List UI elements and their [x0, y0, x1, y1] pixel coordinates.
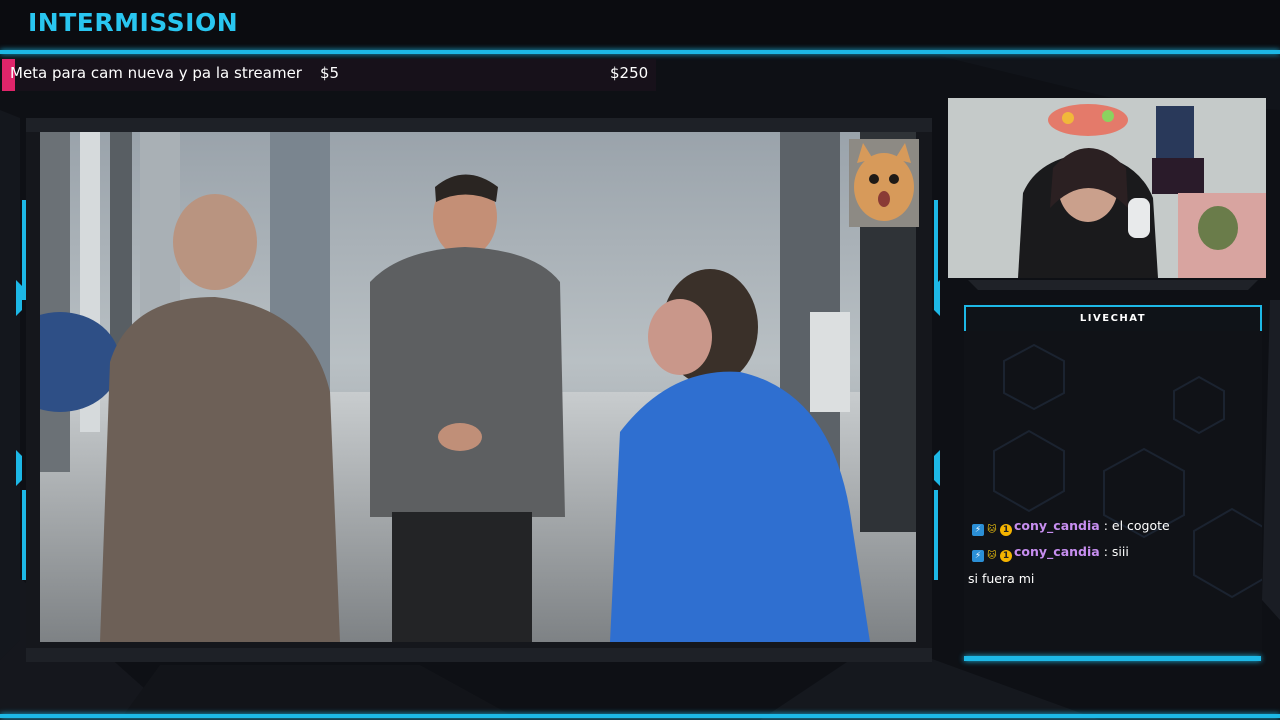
sub-badge-icon[interactable]: 1	[1000, 524, 1012, 536]
footer-divider	[0, 714, 1280, 718]
stream-video	[40, 132, 916, 642]
chat-separator: :	[1099, 544, 1112, 559]
cat-badge-icon[interactable]: 🐱	[986, 550, 998, 562]
chat-bottom-accent	[964, 656, 1261, 661]
cat-face-icon	[849, 139, 919, 227]
webcam-frame-decoration	[968, 280, 1258, 290]
chat-message-text: siii	[1111, 544, 1129, 559]
hexagon-pattern	[993, 343, 1262, 599]
chat-username[interactable]: cony_candia	[1014, 544, 1100, 559]
right-frame-bracket	[934, 200, 940, 580]
page-title: INTERMISSION	[28, 8, 239, 37]
goal-current-amount: $5	[320, 64, 340, 82]
goal-target-amount: $250	[610, 64, 649, 82]
chat-separator: :	[1099, 518, 1112, 533]
chat-panel	[964, 331, 1262, 657]
goal-label: Meta para cam nueva y pa la streamer	[10, 64, 302, 82]
prime-icon[interactable]: ⚡	[972, 550, 984, 562]
chat-message: si fuera mi	[968, 570, 1034, 588]
chat-message: ⚡ 🐱 1 cony_candia : el cogote	[972, 517, 1170, 536]
chat-message-text: el cogote	[1111, 518, 1170, 533]
chat-message: ⚡ 🐱 1 cony_candia : siii	[972, 543, 1129, 562]
livechat-title: LIVECHAT	[1079, 313, 1147, 324]
cat-badge-icon[interactable]: 🐱	[986, 524, 998, 536]
left-frame-bracket	[16, 200, 26, 580]
donation-goal-bar: Meta para cam nueva y pa la streamer $5 …	[2, 59, 656, 91]
header-divider	[0, 50, 1280, 54]
chat-message-text: si fuera mi	[968, 571, 1035, 586]
prime-icon[interactable]: ⚡	[972, 524, 984, 536]
chat-username[interactable]: cony_candia	[1014, 518, 1100, 533]
webcam-feed	[948, 98, 1266, 278]
livechat-header: LIVECHAT	[964, 305, 1262, 333]
sub-badge-icon[interactable]: 1	[1000, 550, 1012, 562]
